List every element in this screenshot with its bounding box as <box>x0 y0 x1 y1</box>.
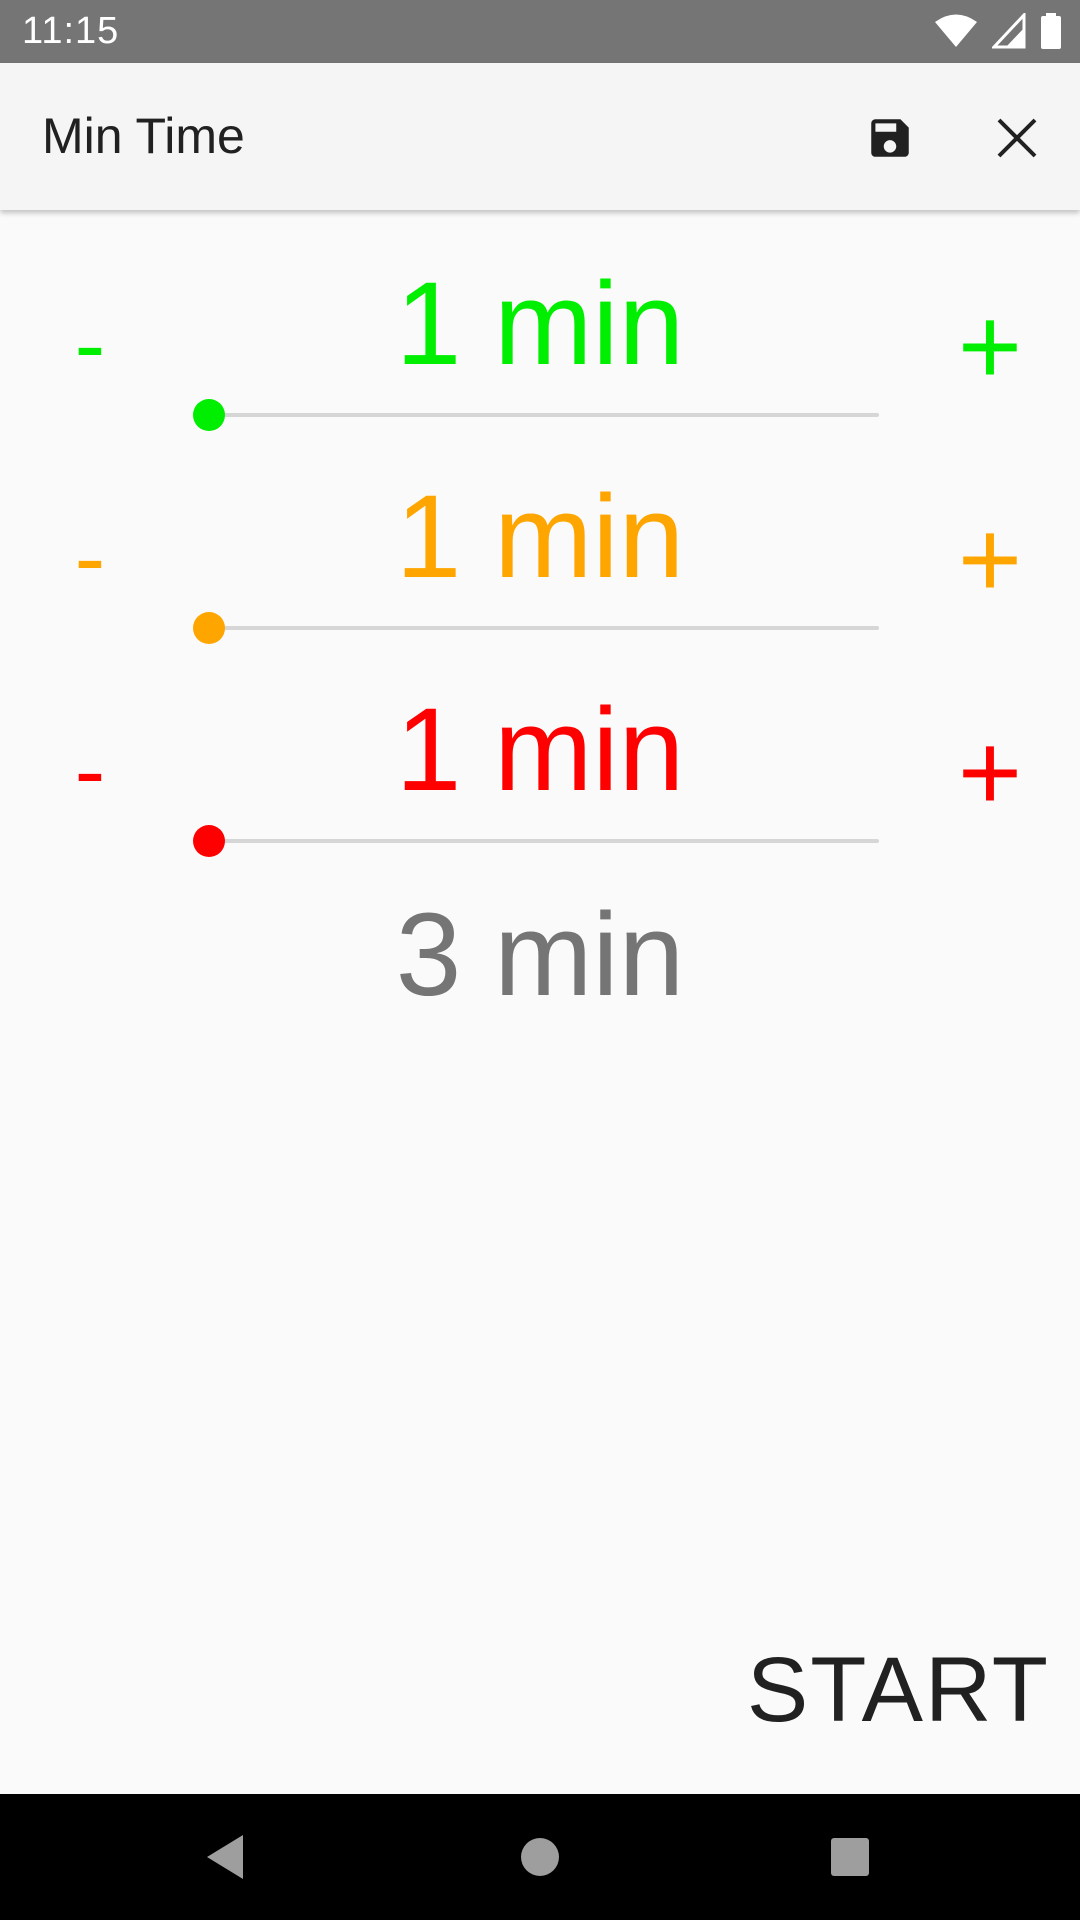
value-label: 1 min <box>395 471 685 603</box>
slider-track[interactable] <box>209 839 879 843</box>
slider-track[interactable] <box>209 413 879 417</box>
wifi-icon <box>935 14 977 47</box>
increment-button[interactable]: + <box>945 292 1035 402</box>
slider-track[interactable] <box>209 626 879 630</box>
increment-button[interactable]: + <box>945 505 1035 615</box>
status-icons <box>934 13 1062 49</box>
status-clock: 11:15 <box>22 10 120 52</box>
save-icon <box>871 119 909 157</box>
value-label: 1 min <box>395 258 685 390</box>
increment-button[interactable]: + <box>945 718 1035 828</box>
slider-thumb[interactable] <box>193 825 225 857</box>
timer-row-3: - 1 min + <box>0 679 1080 892</box>
start-button[interactable]: START <box>720 1630 1050 1750</box>
page-title: Min Time <box>42 108 245 164</box>
close-button[interactable] <box>972 93 1062 183</box>
value-label: 1 min <box>395 684 685 816</box>
decrement-button[interactable]: - <box>55 295 125 395</box>
back-icon[interactable] <box>195 1827 255 1887</box>
decrement-button[interactable]: - <box>55 721 125 821</box>
save-button[interactable] <box>845 93 935 183</box>
timer-row-1: - 1 min + <box>0 253 1080 466</box>
slider-thumb[interactable] <box>193 612 225 644</box>
recents-icon[interactable] <box>820 1827 880 1887</box>
cell-signal-icon <box>992 13 1026 49</box>
slider-thumb[interactable] <box>193 399 225 431</box>
decrement-button[interactable]: - <box>55 508 125 608</box>
battery-icon <box>1041 13 1061 49</box>
total-time-label: 3 min <box>395 889 685 1021</box>
home-icon[interactable] <box>510 1827 570 1887</box>
app-bar: Min Time <box>0 63 1080 210</box>
close-icon <box>997 118 1037 158</box>
timer-row-2: - 1 min + <box>0 466 1080 679</box>
navigation-bar <box>0 1794 1080 1920</box>
status-bar: 11:15 <box>0 0 1080 63</box>
